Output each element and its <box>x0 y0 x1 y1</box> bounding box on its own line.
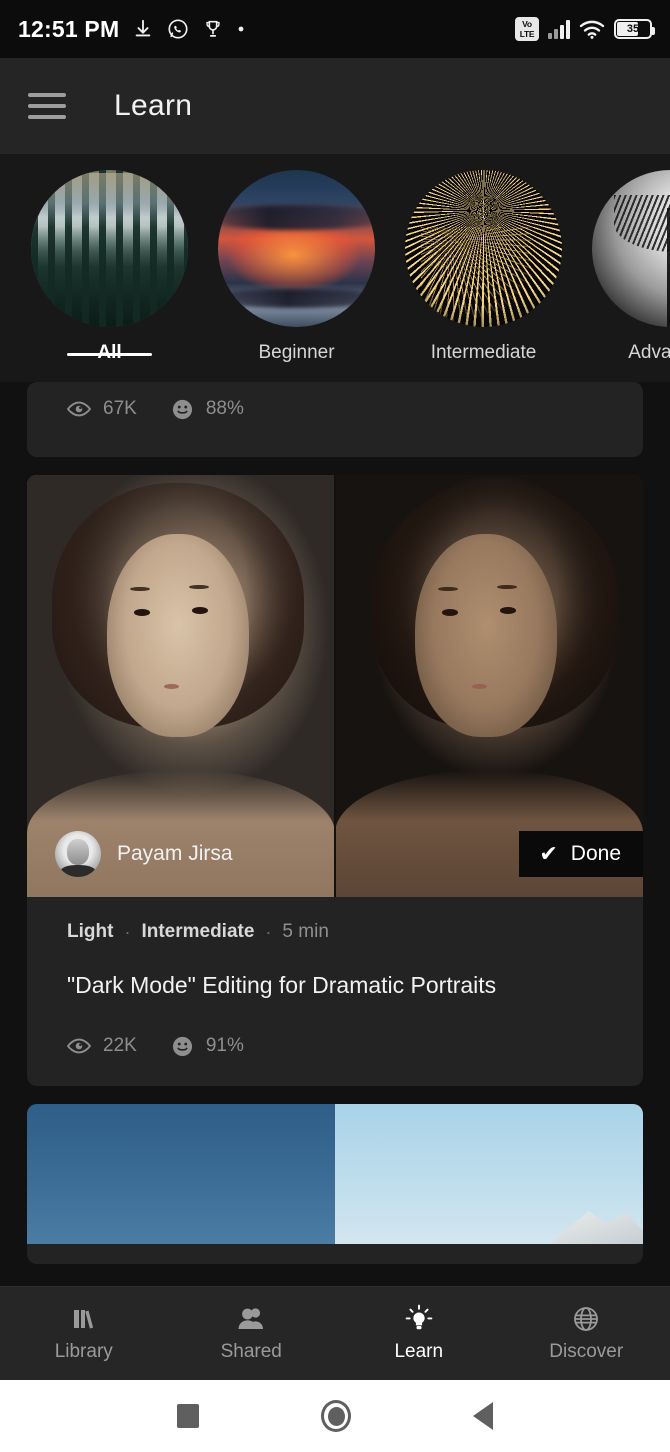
category-tab-all[interactable]: All <box>16 154 203 364</box>
square-icon[interactable] <box>177 1404 199 1428</box>
views-stat: 22K <box>67 1035 137 1057</box>
lightbulb-icon <box>404 1304 434 1334</box>
volte-icon: Vo LTE <box>515 17 539 41</box>
category-thumb-beginner <box>218 170 375 327</box>
tutorial-meta: Light · Intermediate · 5 min <box>67 921 603 943</box>
books-icon <box>70 1304 98 1334</box>
wifi-icon <box>579 19 605 39</box>
views-stat: 67K <box>67 398 137 420</box>
rating-stat: 88% <box>171 398 244 421</box>
author-block[interactable]: Payam Jirsa <box>55 831 233 877</box>
avatar <box>55 831 101 877</box>
category-tab-strip[interactable]: All Beginner Intermediate Advanced <box>0 154 670 382</box>
sky-before <box>27 1103 335 1244</box>
bottom-navigation[interactable]: Library Shared Learn Discover <box>0 1286 670 1380</box>
tutorial-media-before-after[interactable]: Payam Jirsa ✔ Done <box>27 475 643 897</box>
views-count: 67K <box>103 398 137 419</box>
views-count: 22K <box>103 1035 137 1057</box>
status-badge-done: ✔ Done <box>519 831 643 877</box>
status-bar: 12:51 PM Vo LTE 35 <box>0 0 670 58</box>
hamburger-icon[interactable] <box>28 93 66 119</box>
nav-item-shared[interactable]: Shared <box>168 1304 336 1363</box>
category-tab-intermediate[interactable]: Intermediate <box>390 154 577 364</box>
trophy-icon <box>202 18 224 40</box>
eye-icon <box>67 401 91 417</box>
category-thumb-all <box>31 170 188 327</box>
nav-item-learn[interactable]: Learn <box>335 1304 503 1363</box>
tutorial-card-next-peek[interactable] <box>27 1103 643 1264</box>
android-system-nav[interactable] <box>0 1380 670 1452</box>
download-icon <box>132 18 154 40</box>
sky-before-after-media <box>27 1103 643 1244</box>
app-bar: Learn <box>0 58 670 154</box>
page-title: Learn <box>114 89 193 122</box>
battery-icon: 35 <box>614 19 655 39</box>
globe-icon <box>572 1304 600 1334</box>
tutorial-feed[interactable]: 67K 88% Payam Jirsa ✔ Done Light · Inter… <box>0 382 670 1286</box>
status-bar-right: Vo LTE 35 <box>515 17 655 41</box>
active-tab-underline <box>67 353 152 356</box>
category-thumb-advanced <box>592 170 670 327</box>
nav-label-shared: Shared <box>220 1341 282 1362</box>
signal-icon <box>548 19 570 39</box>
meta-separator: · <box>265 921 272 942</box>
smiley-icon <box>171 1035 194 1058</box>
sky-after <box>335 1103 643 1244</box>
rating-value: 88% <box>205 398 244 419</box>
done-label: Done <box>570 842 621 865</box>
rating-stat: 91% <box>171 1035 244 1058</box>
smiley-icon <box>171 398 194 421</box>
face-before <box>107 534 249 737</box>
author-name: Payam Jirsa <box>117 842 233 865</box>
nav-item-discover[interactable]: Discover <box>503 1304 670 1363</box>
nav-label-discover: Discover <box>549 1341 624 1362</box>
nav-item-library[interactable]: Library <box>0 1304 168 1363</box>
nav-label-learn: Learn <box>394 1341 444 1362</box>
mountain-peak <box>549 1211 643 1244</box>
status-bar-left: 12:51 PM <box>18 16 515 43</box>
meta-level: Intermediate <box>141 921 255 942</box>
nav-label-library: Library <box>54 1341 113 1362</box>
stats-row: 22K 91% <box>67 1035 603 1058</box>
category-thumb-intermediate <box>405 170 562 327</box>
tutorial-card-body: Light · Intermediate · 5 min "Dark Mode"… <box>27 897 643 1086</box>
tutorial-title: "Dark Mode" Editing for Dramatic Portrai… <box>67 972 497 998</box>
stats-row: 67K 88% <box>27 382 643 436</box>
tutorial-card[interactable]: Payam Jirsa ✔ Done Light · Intermediate … <box>27 475 643 1086</box>
category-tab-advanced[interactable]: Advanced <box>577 154 670 364</box>
dot-icon <box>237 25 245 33</box>
meta-duration: 5 min <box>282 921 329 942</box>
whatsapp-icon <box>167 18 189 40</box>
triangle-back-icon[interactable] <box>473 1402 493 1430</box>
face-after <box>415 534 557 737</box>
circle-icon[interactable] <box>321 1400 351 1432</box>
tutorial-card-partial[interactable]: 67K 88% <box>27 382 643 457</box>
status-bar-clock: 12:51 PM <box>18 15 120 42</box>
meta-separator: · <box>124 921 131 942</box>
eye-icon <box>67 1038 91 1054</box>
people-icon <box>236 1304 266 1334</box>
meta-topic: Light <box>67 921 114 942</box>
before-after-divider <box>334 475 336 897</box>
rating-value: 91% <box>205 1035 244 1057</box>
check-icon: ✔ <box>539 841 558 866</box>
category-tab-beginner[interactable]: Beginner <box>203 154 390 364</box>
